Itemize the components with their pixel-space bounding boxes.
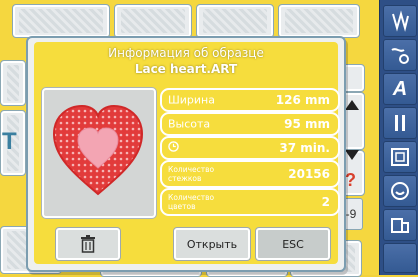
file-button[interactable]	[383, 209, 417, 241]
alphabet-button[interactable]: A	[383, 73, 417, 105]
height-label: Высота	[168, 117, 211, 131]
dialog-body: Информация об образце Lace heart.ART Шир…	[34, 42, 340, 264]
height-row: Высота 95 mm	[160, 112, 340, 136]
stitch-count-value: 20156	[288, 167, 330, 181]
width-label: Ширина	[168, 93, 215, 107]
design-tile[interactable]	[278, 4, 360, 38]
color-count-value: 2	[321, 195, 330, 209]
arrow-up-icon[interactable]	[345, 100, 359, 110]
esc-button[interactable]: ESC	[256, 228, 330, 260]
open-button[interactable]: Открыть	[174, 228, 250, 260]
dialog-title: Информация об образце	[108, 46, 264, 60]
embroidery-icon	[391, 48, 409, 64]
design-tile[interactable]	[0, 60, 26, 106]
design-preview	[42, 88, 156, 218]
design-tile[interactable]	[12, 4, 110, 38]
quilt-icon	[391, 148, 409, 166]
smiley-icon	[391, 182, 409, 200]
side-letter: T	[2, 128, 17, 155]
file-icon	[391, 218, 409, 233]
alphabet-icon: A	[392, 77, 408, 100]
width-value: 126 mm	[275, 93, 330, 107]
time-value: 37 min.	[279, 141, 330, 155]
design-info-dialog: Информация об образце Lace heart.ART Шир…	[26, 36, 346, 272]
embroidery-button[interactable]	[383, 39, 417, 71]
color-count-row: Количество цветов 2	[160, 188, 340, 216]
buttonhole-icon	[395, 115, 405, 131]
delete-button[interactable]	[56, 228, 120, 260]
color-count-label: Количество цветов	[168, 193, 215, 211]
stitch-count-row: Количество стежков 20156	[160, 160, 340, 188]
question-icon[interactable]: ?	[345, 170, 356, 191]
trash-icon	[81, 235, 95, 253]
right-toolbar: A	[379, 0, 418, 275]
design-filename: Lace heart.ART	[134, 62, 238, 76]
stitch-count-label: Количество стежков	[168, 165, 215, 183]
smiley-button[interactable]	[383, 175, 417, 207]
bottom-button[interactable]	[383, 243, 417, 273]
stitch-button[interactable]	[383, 5, 417, 37]
height-value: 95 mm	[284, 117, 330, 131]
lace-heart-image	[52, 104, 144, 196]
design-tile[interactable]	[196, 4, 274, 38]
quilt-button[interactable]	[383, 141, 417, 173]
buttonhole-button[interactable]	[383, 107, 417, 139]
design-tile[interactable]	[114, 4, 192, 38]
time-row: 37 min.	[160, 136, 340, 160]
clock-icon	[168, 141, 179, 155]
arrow-down-icon[interactable]	[345, 150, 359, 160]
stitch-icon	[392, 10, 409, 32]
width-row: Ширина 126 mm	[160, 88, 340, 112]
